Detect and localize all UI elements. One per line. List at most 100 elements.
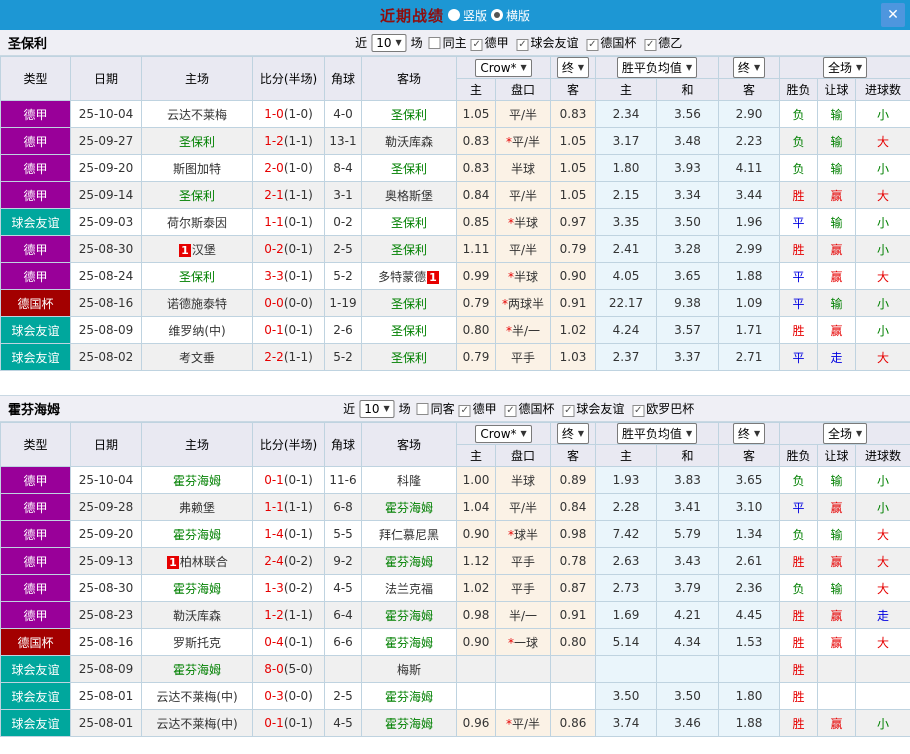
league-checkbox[interactable]: ✓ <box>644 39 657 51</box>
avg-odds-select[interactable]: 胜平负均值 ▼ <box>616 423 698 444</box>
fulltime-select[interactable]: 全场 ▼ <box>822 57 868 78</box>
odds-home-cell: 0.79 <box>456 343 496 371</box>
odds-handicap-cell: *平/半 <box>495 127 551 155</box>
odds-handicap-cell: 平手 <box>495 574 551 602</box>
odds-away-cell: 1.05 <box>550 181 596 209</box>
chevron-down-icon: ▼ <box>520 63 527 72</box>
league-checkbox[interactable]: ✓ <box>516 39 529 51</box>
league-checkbox[interactable]: ✓ <box>562 405 575 417</box>
same-venue-checkbox[interactable] <box>428 36 441 49</box>
away-team-name: 勒沃库森 <box>384 134 433 149</box>
chevron-down-icon: ▼ <box>855 63 863 72</box>
same-venue-checkbox[interactable] <box>416 402 429 415</box>
chevron-down-icon: ▼ <box>855 429 863 438</box>
odds-away-cell: 0.91 <box>550 601 596 629</box>
table-row: 德甲 25-10-04 云达不莱梅 1-0(1-0) 4-0 圣保利 1.05 … <box>0 100 910 128</box>
odds-handicap-cell: 平手 <box>495 343 551 371</box>
avg-draw-cell: 3.46 <box>655 709 720 737</box>
table-row: 德甲 25-08-30 霍芬海姆 1-3(0-2) 4-5 法兰克福 1.02 … <box>0 574 910 602</box>
odds-handicap-cell: *半球 <box>495 262 551 290</box>
league-checkbox-label[interactable]: 球会友谊 <box>576 402 624 416</box>
home-team-name: 诺德施泰特 <box>166 296 227 311</box>
home-team-cell: 霍芬海姆 <box>141 655 253 683</box>
league-checkbox[interactable]: ✓ <box>504 405 517 417</box>
corner-cell: 13-1 <box>324 127 362 155</box>
result-goals-cell: 大 <box>855 520 910 548</box>
radio-horizontal[interactable] <box>491 9 503 21</box>
league-checkbox[interactable]: ✓ <box>586 39 599 51</box>
avg-home-cell: 2.63 <box>595 547 657 575</box>
result-goals-cell: 小 <box>855 289 910 317</box>
league-checkbox-label[interactable]: 德甲 <box>473 402 497 416</box>
radio-vertical[interactable] <box>447 9 460 21</box>
avg-select-cell: 胜平负均值 ▼ <box>594 422 720 445</box>
radio-horizontal-label[interactable]: 横版 <box>506 7 530 24</box>
away-team-name: 霍芬海姆 <box>384 635 433 650</box>
avg-odds-select[interactable]: 胜平负均值 ▼ <box>616 57 698 78</box>
avg-away-cell: 2.36 <box>718 574 781 602</box>
away-team-cell: 多特蒙德 1 <box>361 262 457 290</box>
result-handicap-cell: 输 <box>817 466 857 494</box>
final-avg-select[interactable]: 终 ▼ <box>732 423 766 444</box>
halftime-score: (0-1) <box>283 527 313 541</box>
col-header-result-goals: 进球数 <box>855 78 910 101</box>
check-icon: ✓ <box>588 39 597 50</box>
table-row: 德甲 25-08-23 勒沃库森 1-2(1-1) 6-4 霍芬海姆 0.98 … <box>0 601 910 629</box>
league-checkbox-label[interactable]: 球会友谊 <box>531 36 579 50</box>
date-cell: 25-08-30 <box>70 235 142 263</box>
league-checkbox-label[interactable]: 德甲 <box>485 36 509 50</box>
bookmaker-select[interactable]: Crow* ▼ <box>475 58 532 77</box>
table-row: 德甲 25-09-27 圣保利 1-2(1-1) 13-1 勒沃库森 0.83 … <box>0 127 910 155</box>
league-checkbox-label[interactable]: 德国杯 <box>600 36 636 50</box>
bookmaker-select-cell: Crow* ▼ <box>456 56 551 79</box>
match-count-select[interactable]: 10 ▼ <box>359 399 395 418</box>
table-row: 德甲 25-09-28 弗赖堡 1-1(1-1) 6-8 霍芬海姆 1.04 平… <box>0 493 910 521</box>
home-team-cell: 霍芬海姆 <box>141 574 253 602</box>
final-odds-select[interactable]: 终 ▼ <box>556 423 590 444</box>
result-wdl-cell: 胜 <box>779 628 819 656</box>
avg-away-cell: 3.10 <box>718 493 781 521</box>
bookmaker-select[interactable]: Crow* ▼ <box>475 424 532 443</box>
corner-cell: 2-5 <box>324 682 362 710</box>
fulltime-score: 1-1 <box>264 215 284 229</box>
result-wdl-cell: 平 <box>779 289 819 317</box>
corner-cell: 0-2 <box>324 208 362 236</box>
handicap-text: 平手 <box>510 554 535 569</box>
result-wdl-cell: 负 <box>779 520 819 548</box>
check-icon: ✓ <box>506 405 515 416</box>
col-header-odds-away: 客 <box>550 444 596 467</box>
score-cell: 0-2(0-1) <box>252 235 325 263</box>
odds-away-cell: 0.86 <box>550 709 596 737</box>
col-header-result-wdl: 胜负 <box>779 78 819 101</box>
final-avg-select-cell: 终 ▼ <box>718 422 781 445</box>
home-team-cell: 勒沃库森 <box>141 601 253 629</box>
halftime-score: (0-1) <box>283 716 313 730</box>
odds-home-cell: 1.04 <box>456 493 496 521</box>
league-checkbox-label[interactable]: 欧罗巴杯 <box>646 402 694 416</box>
league-checkbox-label[interactable]: 德国杯 <box>519 402 555 416</box>
home-team-cell: 罗斯托克 <box>141 628 253 656</box>
same-venue-label[interactable]: 同客 <box>431 400 455 417</box>
close-icon[interactable]: ✕ <box>881 3 905 27</box>
check-icon: ✓ <box>472 39 481 50</box>
odds-home-cell: 0.83 <box>456 127 496 155</box>
final-avg-select[interactable]: 终 ▼ <box>732 57 766 78</box>
radio-vertical-label[interactable]: 竖版 <box>463 7 487 24</box>
match-count-select[interactable]: 10 ▼ <box>371 33 407 52</box>
handicap-text: 平/半 <box>508 107 538 122</box>
fulltime-score: 3-3 <box>264 269 284 283</box>
competition-badge: 德甲 <box>0 547 71 575</box>
corner-cell: 9-2 <box>324 547 362 575</box>
competition-badge: 德甲 <box>0 601 71 629</box>
league-checkbox[interactable]: ✓ <box>470 39 483 51</box>
same-venue-label[interactable]: 同主 <box>443 34 467 51</box>
fulltime-select[interactable]: 全场 ▼ <box>822 423 868 444</box>
league-checkbox[interactable]: ✓ <box>632 405 645 417</box>
league-checkbox-label[interactable]: 德乙 <box>658 36 682 50</box>
avg-home-cell: 3.50 <box>595 682 657 710</box>
col-header-result-handicap: 让球 <box>817 78 857 101</box>
handicap-text: 平/半 <box>508 500 538 515</box>
final-odds-select[interactable]: 终 ▼ <box>556 57 590 78</box>
league-checkbox[interactable]: ✓ <box>458 405 471 417</box>
corner-cell <box>324 655 362 683</box>
